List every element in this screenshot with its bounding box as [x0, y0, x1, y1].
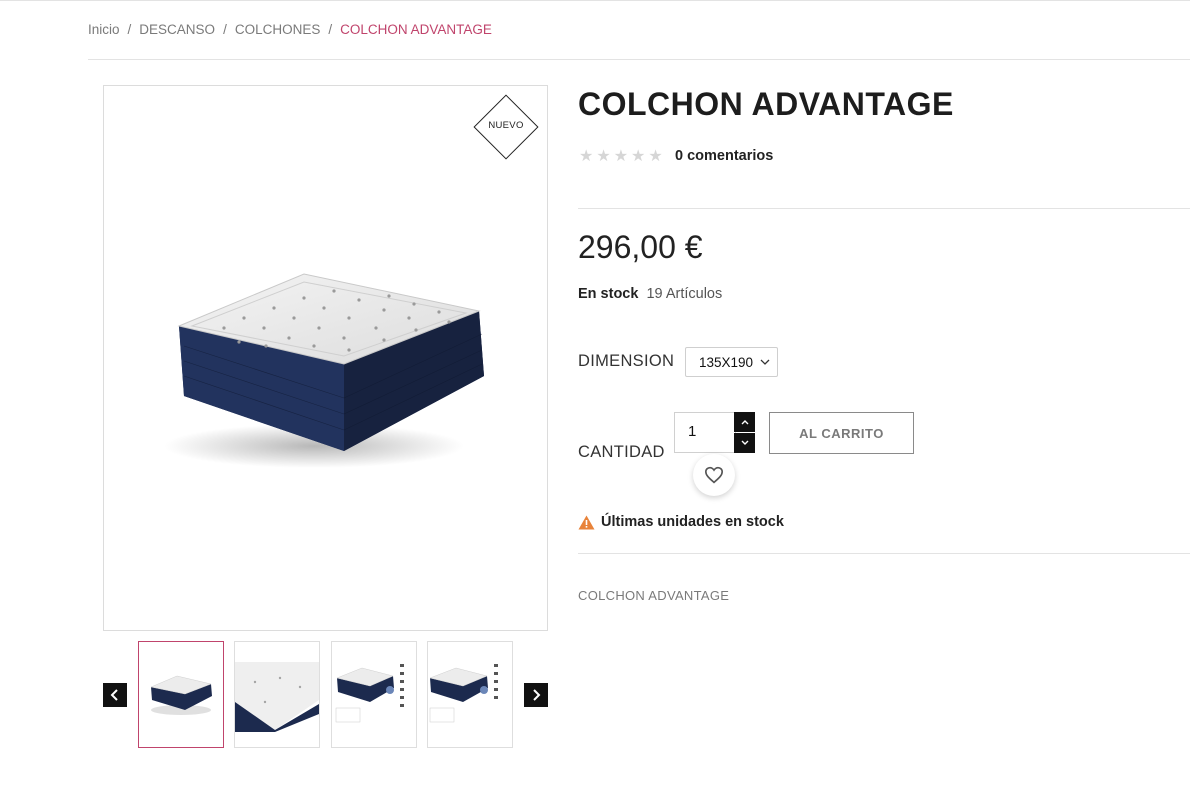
thumbnail-closeup-image — [235, 662, 319, 732]
star-icon: ★ — [596, 148, 611, 165]
product-title: COLCHON ADVANTAGE — [578, 86, 954, 122]
star-icon: ★ — [579, 148, 594, 165]
product-short-description: COLCHON ADVANTAGE — [578, 588, 730, 603]
quantity-label: CANTIDAD — [578, 443, 665, 461]
wishlist-button[interactable] — [693, 454, 735, 496]
star-icon: ★ — [631, 148, 646, 165]
quantity-increase-button[interactable] — [734, 412, 755, 432]
stock-label: En stock — [578, 286, 639, 302]
carousel-prev-button[interactable] — [103, 683, 127, 707]
chevron-left-icon — [110, 689, 118, 701]
divider — [578, 553, 1190, 554]
thumbnail-1[interactable] — [138, 641, 224, 748]
breadcrumb-divider — [88, 59, 1190, 60]
main-product-image[interactable]: NUEVO — [103, 85, 548, 631]
thumbnail-2[interactable] — [234, 641, 320, 748]
star-icon: ★ — [613, 148, 629, 165]
rating-stars[interactable]: ★ ★ ★ ★ ★ — [579, 146, 663, 166]
chevron-down-icon — [760, 359, 770, 365]
chevron-up-icon — [741, 420, 748, 425]
breadcrumb: Inicio / DESCANSO / COLCHONES / COLCHON … — [88, 22, 492, 37]
breadcrumb-separator: / — [127, 22, 132, 37]
dimension-value: 135X190 — [699, 354, 754, 370]
stock-quantity: 19 Artículos — [646, 286, 723, 302]
product-price: 296,00 € — [578, 229, 703, 265]
comments-link[interactable]: 0 comentarios — [675, 148, 773, 164]
breadcrumb-current: COLCHON ADVANTAGE — [340, 22, 492, 37]
warning-icon — [578, 515, 595, 529]
new-badge: NUEVO — [488, 120, 524, 131]
low-stock-alert: Últimas unidades en stock — [578, 514, 784, 530]
breadcrumb-separator: / — [328, 22, 333, 37]
low-stock-text: Últimas unidades en stock — [601, 514, 784, 530]
thumbnail-carousel — [103, 641, 548, 749]
chevron-down-icon — [741, 440, 748, 445]
chevron-right-icon — [533, 689, 541, 701]
mattress-image — [164, 273, 484, 468]
thumbnail-layers-image — [335, 664, 404, 723]
breadcrumb-descanso[interactable]: DESCANSO — [139, 22, 215, 37]
dimension-label: DIMENSION — [578, 352, 675, 370]
thumbnail-layers-image — [429, 664, 498, 723]
star-icon: ★ — [648, 148, 663, 165]
heart-icon — [704, 466, 724, 484]
top-divider — [0, 0, 1190, 1]
thumbnail-3[interactable] — [331, 641, 417, 748]
thumbnail-4[interactable] — [427, 641, 513, 748]
stock-status: En stock 19 Artículos — [578, 286, 722, 302]
quantity-decrease-button[interactable] — [734, 433, 755, 453]
breadcrumb-inicio[interactable]: Inicio — [88, 22, 120, 37]
breadcrumb-colchones[interactable]: COLCHONES — [235, 22, 321, 37]
divider — [578, 208, 1190, 209]
quantity-input[interactable]: 1 — [674, 412, 736, 453]
dimension-select[interactable]: 135X190 — [685, 347, 778, 377]
carousel-next-button[interactable] — [524, 683, 548, 707]
thumbnail-mattress-image — [150, 675, 212, 715]
add-to-cart-button[interactable]: AL CARRITO — [769, 412, 914, 454]
breadcrumb-separator: / — [223, 22, 227, 37]
